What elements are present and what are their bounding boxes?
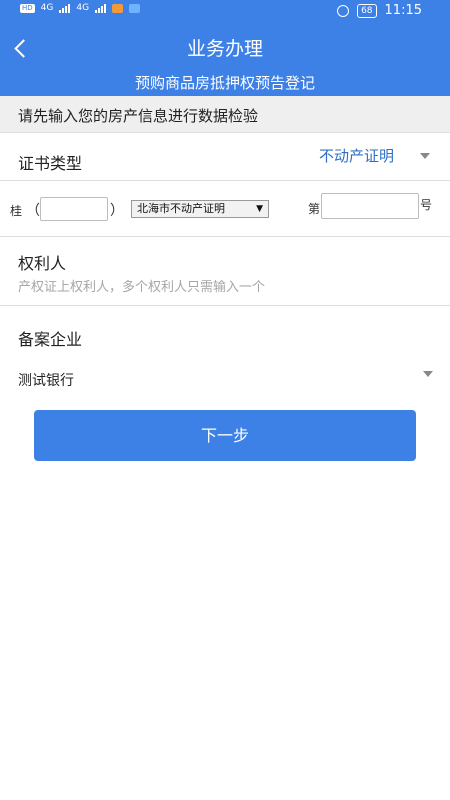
next-step-button[interactable]: 下一步 xyxy=(34,410,416,461)
clock: 11:15 xyxy=(384,3,422,18)
hint-text: 请先输入您的房产信息进行数据检验 xyxy=(18,107,259,125)
right-holder-label: 权利人 xyxy=(18,254,67,273)
region-select[interactable]: 北海市不动产证明 ▼ xyxy=(131,200,269,218)
status-left: HD 4G 4G xyxy=(20,3,141,13)
province-prefix: 桂 xyxy=(10,204,23,218)
network-label: 4G xyxy=(40,3,54,13)
certificate-type-select[interactable]: 不动产证明 xyxy=(319,145,394,166)
alarm-icon xyxy=(337,4,350,17)
status-right: 68 11:15 xyxy=(337,3,422,18)
network-label-2: 4G xyxy=(76,3,90,13)
divider xyxy=(0,236,450,237)
filing-company-select[interactable]: 测试银行 xyxy=(18,370,74,390)
certificate-number-input[interactable] xyxy=(321,193,419,219)
chevron-down-icon[interactable] xyxy=(423,371,433,377)
page-title: 业务办理 xyxy=(186,38,263,60)
right-holder-input[interactable]: 产权证上权利人，多个权利人只需输入一个 xyxy=(18,276,265,295)
app-notification-icon xyxy=(112,3,124,13)
certificate-type-label: 证书类型 xyxy=(18,154,83,173)
hd-badge: HD xyxy=(20,3,35,13)
divider xyxy=(0,180,450,181)
divider xyxy=(0,132,450,133)
status-bar: HD 4G 4G 68 11:15 xyxy=(0,0,450,22)
signal-icon xyxy=(59,3,71,13)
paren-open: （ xyxy=(26,203,40,219)
hint-banner: 请先输入您的房产信息进行数据检验 xyxy=(0,96,450,132)
signal-icon-2 xyxy=(95,3,107,13)
region-select-value: 北海市不动产证明 xyxy=(137,202,225,215)
year-input[interactable] xyxy=(40,197,108,221)
number-suffix: 号 xyxy=(420,198,433,212)
divider xyxy=(0,305,450,306)
number-prefix: 第 xyxy=(308,202,321,216)
paren-close: ） xyxy=(110,203,124,219)
app-header: 业务办理 预购商品房抵押权预告登记 xyxy=(0,22,450,96)
filing-company-label: 备案企业 xyxy=(18,330,83,349)
app-notification-icon-2 xyxy=(129,3,141,13)
battery-indicator: 68 xyxy=(357,3,377,18)
chevron-down-icon[interactable] xyxy=(420,153,430,159)
dropdown-triangle-icon: ▼ xyxy=(256,204,263,214)
page-subtitle: 预购商品房抵押权预告登记 xyxy=(134,74,315,92)
